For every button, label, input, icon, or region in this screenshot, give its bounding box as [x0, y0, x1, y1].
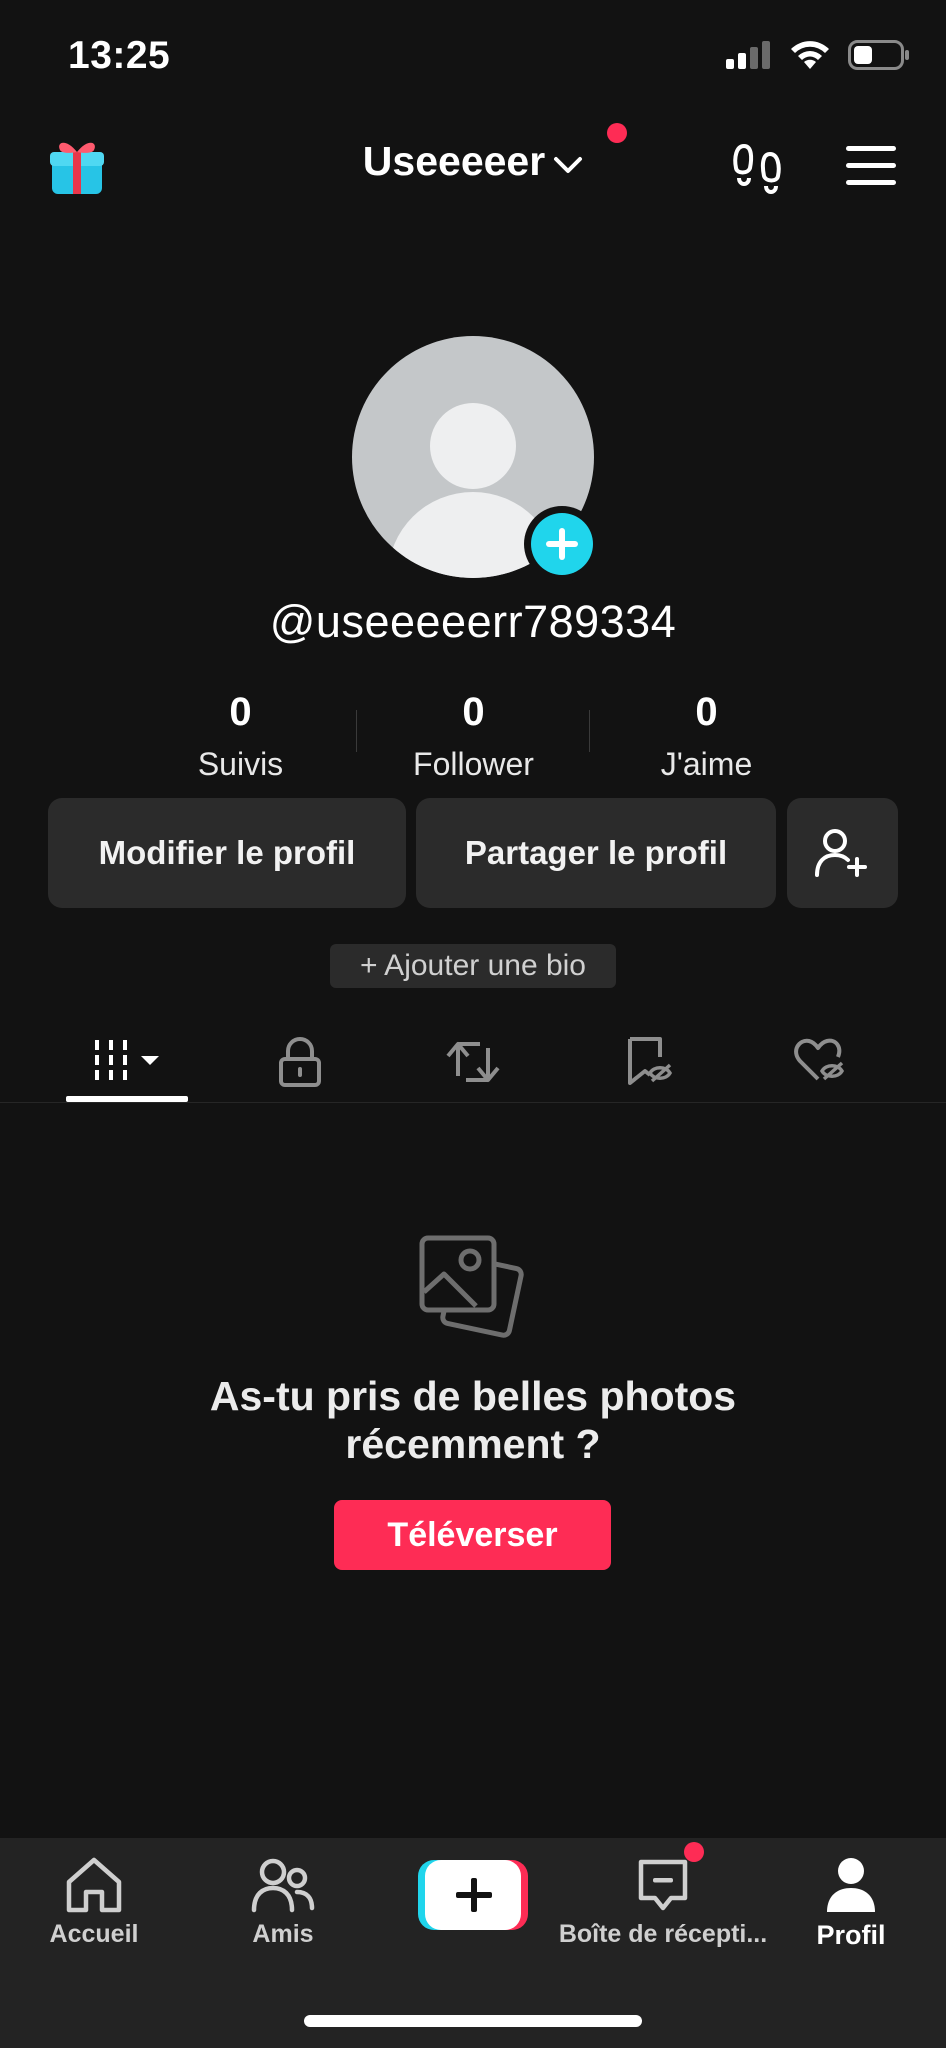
lock-icon — [279, 1037, 321, 1087]
stat-value: 0 — [462, 690, 485, 734]
home-icon — [66, 1857, 122, 1913]
tabs-divider — [0, 1102, 946, 1103]
menu-icon[interactable] — [846, 146, 896, 191]
create-button[interactable] — [418, 1860, 528, 1930]
stat-following[interactable]: 0 Suivis — [124, 690, 357, 783]
nav-label-friends: Amis — [252, 1920, 314, 1948]
account-name: Useeeeer — [362, 138, 546, 184]
nav-label-inbox: Boîte de récepti... — [558, 1920, 768, 1948]
empty-state-title: As-tu pris de belles photos récemment ? — [0, 1372, 946, 1468]
tab-videos-grid[interactable] — [66, 1020, 188, 1104]
home-indicator — [304, 2015, 642, 2027]
nav-label-profile: Profil — [816, 1920, 886, 1950]
create-plus-icon — [418, 1860, 528, 1930]
stat-followers[interactable]: 0 Follower — [357, 690, 590, 783]
wifi-icon — [791, 41, 829, 69]
status-icons — [726, 40, 910, 70]
tab-liked[interactable] — [770, 1020, 870, 1104]
tab-favorites[interactable] — [598, 1020, 698, 1104]
tab-private[interactable] — [250, 1020, 350, 1104]
notification-dot — [607, 123, 627, 143]
edit-profile-button[interactable]: Modifier le profil — [48, 798, 406, 908]
tab-reposts[interactable] — [423, 1020, 523, 1104]
profile-icon — [827, 1858, 875, 1912]
chevron-down-icon — [554, 156, 583, 173]
battery-icon — [848, 40, 909, 70]
photos-icon — [418, 1232, 528, 1347]
upload-button[interactable]: Téléverser — [334, 1500, 611, 1570]
nav-label-home: Accueil — [49, 1920, 139, 1948]
profile-stats: 0 Suivis 0 Follower 0 J'aime — [124, 690, 824, 783]
stat-value: 0 — [229, 690, 252, 734]
videos-grid-icon — [95, 1040, 159, 1080]
profile-tabs — [0, 1020, 946, 1104]
empty-state-title-line2: récemment ? — [345, 1421, 601, 1467]
share-profile-button[interactable]: Partager le profil — [416, 798, 776, 908]
cellular-signal-icon — [726, 41, 770, 69]
username: @useeeeerr789334 — [269, 596, 677, 647]
nav-friends[interactable]: Amis — [236, 1856, 330, 1949]
status-time: 13:25 — [68, 34, 171, 77]
heart-hidden-icon — [794, 1038, 845, 1081]
stat-label: Follower — [413, 746, 534, 782]
nav-profile[interactable]: Profil — [806, 1856, 896, 1951]
inbox-icon — [638, 1859, 688, 1911]
account-switcher[interactable]: Useeeeer — [0, 138, 946, 185]
stat-value: 0 — [695, 690, 718, 734]
nav-inbox[interactable]: Boîte de récepti... — [558, 1856, 768, 1949]
add-friend-icon — [814, 829, 867, 877]
add-friend-button[interactable] — [787, 798, 898, 908]
inbox-notification-dot — [684, 1842, 704, 1862]
empty-state-title-line1: As-tu pris de belles photos — [209, 1373, 737, 1419]
add-avatar-button[interactable] — [524, 506, 600, 582]
nav-home[interactable]: Accueil — [48, 1856, 140, 1949]
stat-label: J'aime — [660, 746, 753, 782]
plus-icon — [546, 528, 578, 560]
footprints-icon[interactable] — [730, 140, 786, 201]
repost-icon — [446, 1042, 500, 1082]
stat-label: Suivis — [197, 746, 284, 782]
friends-icon — [251, 1858, 315, 1913]
stat-likes[interactable]: 0 J'aime — [590, 690, 823, 783]
add-bio-button[interactable]: + Ajouter une bio — [330, 944, 616, 988]
bookmark-hidden-icon — [628, 1037, 673, 1085]
